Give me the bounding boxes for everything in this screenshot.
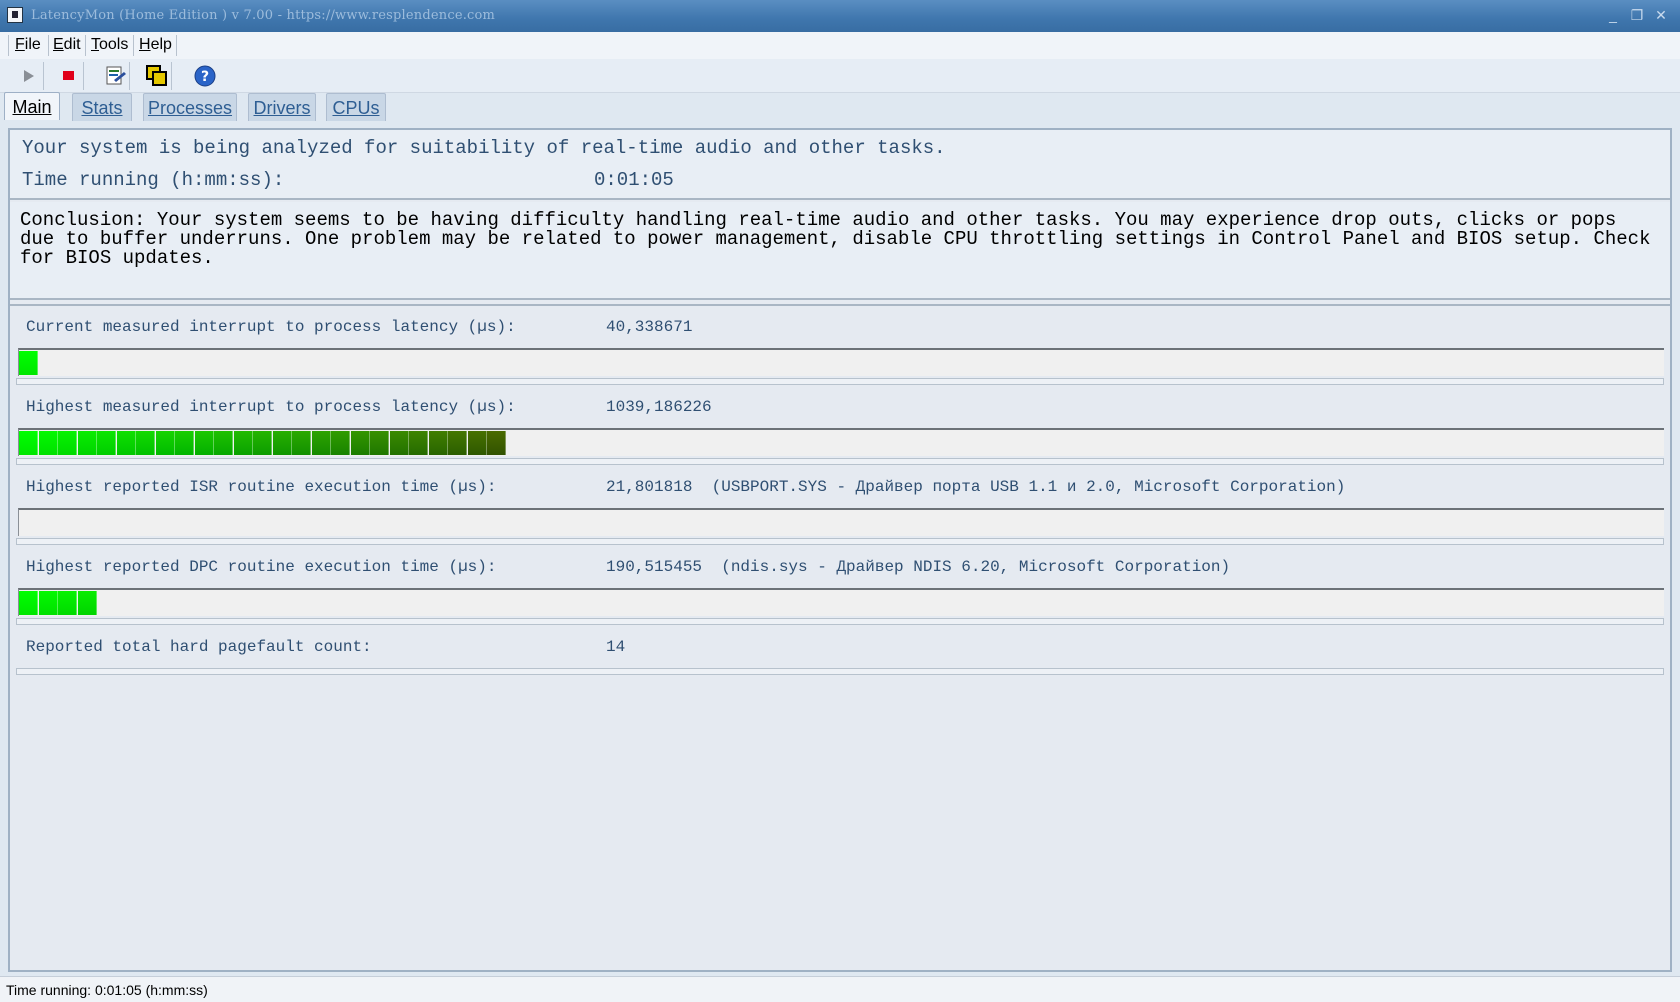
bar-segment bbox=[19, 591, 38, 615]
highest-latency-label: Highest measured interrupt to process la… bbox=[26, 398, 516, 416]
menu-help[interactable]: Help bbox=[139, 36, 172, 54]
main-panel: Your system is being analyzed for suitab… bbox=[8, 128, 1672, 972]
menu-separator bbox=[48, 35, 49, 56]
menu-separator bbox=[176, 35, 177, 56]
report-button[interactable] bbox=[100, 62, 130, 90]
menu-separator bbox=[85, 35, 86, 56]
bar-segment bbox=[97, 431, 116, 455]
bar-segment bbox=[331, 431, 350, 455]
title-bar: LatencyMon (Home Edition ) v 7.00 - http… bbox=[0, 0, 1680, 32]
bar-segment bbox=[272, 431, 292, 455]
bar-segment bbox=[253, 431, 272, 455]
bar-segment bbox=[214, 431, 233, 455]
analysis-panel: Your system is being analyzed for suitab… bbox=[10, 130, 1670, 200]
tab-drivers[interactable]: Drivers bbox=[248, 93, 316, 121]
bar-segment bbox=[370, 431, 389, 455]
bar-segment bbox=[233, 431, 253, 455]
help-button[interactable]: ? bbox=[190, 62, 220, 90]
help-icon: ? bbox=[194, 65, 216, 87]
bar-segment bbox=[448, 431, 467, 455]
tab-processes[interactable]: Processes bbox=[143, 93, 237, 121]
time-running-label: Time running (h:mm:ss): bbox=[22, 169, 285, 191]
highest-latency-bar-fill bbox=[19, 431, 507, 455]
bar-segment bbox=[428, 431, 448, 455]
tab-bar: Main Stats Processes Drivers CPUs bbox=[0, 92, 1680, 122]
dpc-time-value: 190,515455 (ndis.sys - Драйвер NDIS 6.20… bbox=[606, 558, 1231, 576]
minimize-icon[interactable]: _ bbox=[1604, 6, 1622, 24]
bar-segment bbox=[311, 431, 331, 455]
separator bbox=[16, 618, 1664, 625]
current-latency-bar-fill bbox=[19, 351, 39, 375]
stop-icon bbox=[63, 71, 74, 80]
bar-segment bbox=[116, 431, 136, 455]
start-button[interactable] bbox=[14, 62, 44, 90]
bar-segment bbox=[155, 431, 175, 455]
bar-segment bbox=[389, 431, 409, 455]
menu-edit[interactable]: Edit bbox=[53, 36, 81, 54]
restore-icon[interactable]: ❐ bbox=[1628, 6, 1646, 24]
separator bbox=[16, 378, 1664, 385]
bar-segment bbox=[38, 431, 58, 455]
pagefault-value: 14 bbox=[606, 638, 626, 656]
close-icon[interactable]: ✕ bbox=[1652, 6, 1670, 24]
status-text: Time running: 0:01:05 (h:mm:ss) bbox=[6, 982, 208, 998]
conclusion-text: Conclusion: Your system seems to be havi… bbox=[20, 209, 1651, 269]
report-icon bbox=[106, 66, 126, 85]
bar-segment bbox=[77, 591, 97, 615]
time-running-value: 0:01:05 bbox=[594, 169, 674, 191]
tab-main[interactable]: Main bbox=[4, 92, 60, 120]
bar-segment bbox=[467, 431, 487, 455]
bar-segment bbox=[19, 351, 38, 375]
status-bar: Time running: 0:01:05 (h:mm:ss) bbox=[0, 976, 1680, 1002]
dpc-time-bar bbox=[18, 588, 1664, 616]
app-icon bbox=[7, 7, 23, 23]
dpc-time-bar-fill bbox=[19, 591, 97, 615]
analysis-text: Your system is being analyzed for suitab… bbox=[22, 137, 946, 159]
bar-segment bbox=[58, 591, 77, 615]
copy-icon bbox=[146, 65, 167, 86]
bar-segment bbox=[38, 591, 58, 615]
bar-segment bbox=[77, 431, 97, 455]
isr-time-value: 21,801818 (USBPORT.SYS - Драйвер порта U… bbox=[606, 478, 1346, 496]
tab-stats[interactable]: Stats bbox=[72, 93, 132, 121]
menu-tools[interactable]: Tools bbox=[91, 36, 128, 54]
copy-button[interactable] bbox=[142, 62, 172, 90]
metrics-panel: Current measured interrupt to process la… bbox=[10, 304, 1670, 970]
isr-time-label: Highest reported ISR routine execution t… bbox=[26, 478, 497, 496]
menu-file[interactable]: File bbox=[15, 36, 41, 54]
play-icon bbox=[24, 70, 34, 82]
isr-time-bar bbox=[18, 508, 1664, 536]
separator bbox=[16, 538, 1664, 545]
bar-segment bbox=[292, 431, 311, 455]
menu-bar: File Edit Tools Help bbox=[0, 32, 1680, 60]
pagefault-label: Reported total hard pagefault count: bbox=[26, 638, 372, 656]
svg-text:?: ? bbox=[201, 69, 209, 85]
bar-segment bbox=[409, 431, 428, 455]
separator bbox=[16, 668, 1664, 675]
menu-separator bbox=[8, 35, 9, 56]
separator bbox=[16, 458, 1664, 465]
highest-latency-bar bbox=[18, 428, 1664, 456]
toolbar: ? bbox=[0, 59, 1680, 93]
bar-segment bbox=[19, 431, 38, 455]
bar-segment bbox=[487, 431, 506, 455]
tab-cpus[interactable]: CPUs bbox=[326, 93, 386, 121]
stop-button[interactable] bbox=[54, 62, 84, 90]
highest-latency-value: 1039,186226 bbox=[606, 398, 712, 416]
bar-segment bbox=[58, 431, 77, 455]
current-latency-value: 40,338671 bbox=[606, 318, 693, 336]
current-latency-bar bbox=[18, 348, 1664, 376]
bar-segment bbox=[194, 431, 214, 455]
conclusion-panel: Conclusion: Your system seems to be havi… bbox=[10, 202, 1670, 300]
bar-segment bbox=[175, 431, 194, 455]
window-title: LatencyMon (Home Edition ) v 7.00 - http… bbox=[31, 8, 496, 23]
bar-segment bbox=[136, 431, 155, 455]
bar-segment bbox=[350, 431, 370, 455]
menu-separator bbox=[133, 35, 134, 56]
current-latency-label: Current measured interrupt to process la… bbox=[26, 318, 516, 336]
dpc-time-label: Highest reported DPC routine execution t… bbox=[26, 558, 497, 576]
